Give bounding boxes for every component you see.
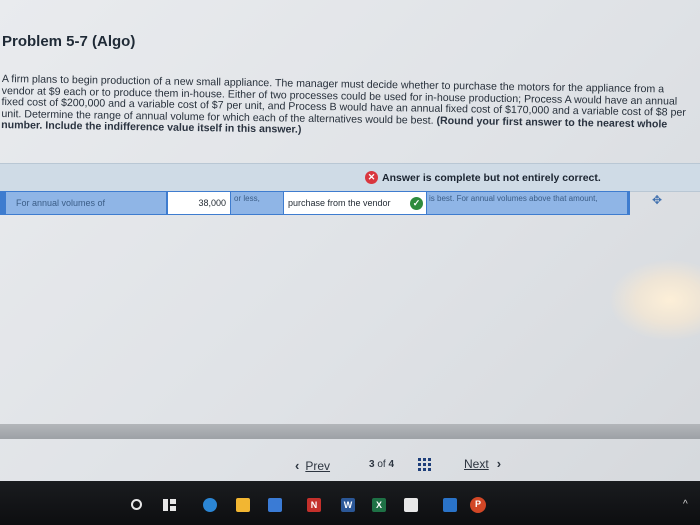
page-indicator: 3 of 4 [369,459,394,470]
excel-icon[interactable]: X [372,498,386,512]
x-circle-icon: ✕ [365,171,378,184]
answer-status: ✕ Answer is complete but not entirely co… [365,171,601,184]
video-icon[interactable] [443,498,457,512]
store-icon[interactable] [404,498,418,512]
file-explorer-icon[interactable] [236,498,250,512]
answer-status-text: Answer is complete but not entirely corr… [382,171,601,184]
edge-icon[interactable] [203,498,217,512]
next-label: Next [464,456,489,471]
plus-icon[interactable]: ✥ [652,193,662,207]
mail-icon[interactable] [268,498,282,512]
problem-title: Problem 5-7 (Algo) [2,33,136,50]
alternative-select[interactable]: purchase from the vendor ✓ [284,192,426,214]
task-view-icon[interactable] [163,499,176,511]
chevron-right-icon: › [496,456,502,471]
annual-volume-label: For annual volumes of [6,192,166,214]
problem-statement: A firm plans to begin production of a ne… [1,73,698,142]
or-less-label: or less, [231,192,283,214]
news-icon[interactable]: N [307,498,321,512]
volume-value: 38,000 [198,198,226,208]
check-circle-icon: ✓ [410,197,423,210]
powerpoint-icon[interactable]: P [470,497,486,513]
prev-label: Prev [305,458,331,473]
tray-chevron-icon[interactable]: ^ [683,499,688,510]
answer-status-bar: ✕ Answer is complete but not entirely co… [0,163,700,192]
screen-glare [610,260,700,340]
chevron-left-icon: ‹ [295,458,300,473]
taskbar: N W X P ^ [0,481,700,525]
word-icon[interactable]: W [341,498,355,512]
current-page: 3 [369,459,375,470]
search-circle-icon[interactable] [131,499,142,510]
prev-button[interactable]: ‹ Prev [295,458,330,473]
pagination: ‹ Prev 3 of 4 Next › [0,456,700,478]
alternative-value: purchase from the vendor [288,198,391,208]
page-of: of [377,459,386,470]
next-button[interactable]: Next › [464,456,501,471]
volume-input[interactable]: 38,000 ✕ [168,192,247,214]
total-pages: 4 [388,459,395,470]
best-label: is best. For annual volumes above that a… [427,192,627,214]
answer-row: For annual volumes of 38,000 ✕ or less, … [0,191,630,215]
scroll-band [0,424,700,439]
grid-icon[interactable] [418,458,431,471]
